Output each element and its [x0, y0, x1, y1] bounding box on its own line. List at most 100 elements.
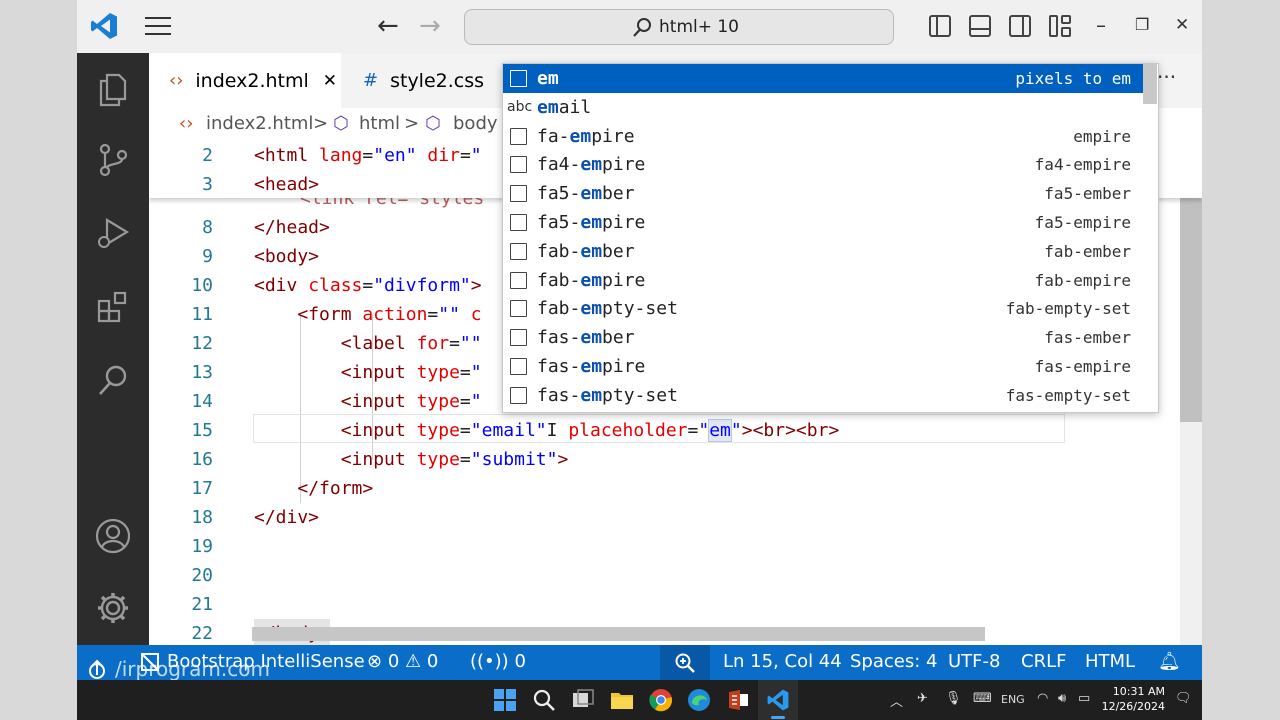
suggestion-detail: empire	[1073, 126, 1131, 146]
suggestion-item[interactable]: fa5-empire fa5-empire	[503, 208, 1143, 237]
clock[interactable]: 10:31 AM 12/26/2024	[1093, 684, 1165, 714]
zoom-indicator[interactable]	[660, 645, 710, 680]
suggestion-item[interactable]: fas-empire fas-empire	[503, 352, 1143, 381]
explorer-icon[interactable]	[95, 71, 131, 107]
code-line[interactable]: 20	[149, 561, 1202, 590]
windows-start-icon[interactable]	[493, 688, 517, 712]
element-cube-icon: ⬡	[425, 113, 441, 134]
suggest-scrollbar[interactable]	[1143, 64, 1157, 104]
suggestion-label: fas-ember	[537, 327, 635, 349]
tab-index2-html[interactable]: ‹› index2.html ✕	[149, 53, 341, 108]
battery-icon[interactable]: ▭	[1078, 691, 1090, 706]
warning-count: 0	[426, 651, 439, 672]
code-line[interactable]: 16 <input type="submit">	[149, 445, 1202, 474]
language-mode[interactable]: HTML	[1085, 651, 1135, 672]
vscode-taskbar-active[interactable]	[758, 680, 798, 720]
suggestion-label: fa-empire	[537, 125, 635, 147]
suggestion-item[interactable]: abc email	[503, 93, 1143, 122]
keyboard-icon[interactable]: ⌨︎	[973, 691, 992, 706]
tray-app-icon[interactable]: ✈︎	[917, 691, 928, 706]
line-number: 3	[202, 174, 213, 195]
windows-taskbar: ︿ ✈︎ 🎙︎ ⌨︎ ENG ◠ 🔊︎ ▭ 10:31 AM 12/26/202…	[77, 680, 1202, 720]
title-bar: ← → html+ 10 – ❐ ✕	[77, 0, 1202, 53]
notifications-bell-icon[interactable]: 🔔︎	[1158, 651, 1181, 672]
suggestion-label: fas-empty-set	[537, 384, 678, 406]
task-view-icon[interactable]	[571, 688, 595, 712]
tab-label: index2.html	[195, 69, 309, 92]
tab-style2-css[interactable]: # style2.css	[341, 53, 521, 108]
back-arrow-icon[interactable]: ←	[377, 13, 399, 39]
suggestion-label: fa5-ember	[537, 183, 635, 205]
suggestion-item[interactable]: fab-empty-set fab-empty-set	[503, 294, 1143, 323]
suggestion-label: fab-ember	[537, 240, 635, 262]
suggestion-item[interactable]: fas-ember fas-ember	[503, 323, 1143, 352]
html-angle-icon: ‹›	[179, 113, 194, 134]
close-tab-icon[interactable]: ✕	[323, 71, 337, 91]
code-line[interactable]: 21	[149, 590, 1202, 619]
error-count: 0	[387, 651, 400, 672]
code-line[interactable]: 17 </form>	[149, 474, 1202, 503]
file-explorer-icon[interactable]	[610, 688, 634, 712]
encoding-status[interactable]: UTF-8	[948, 651, 1000, 672]
snippet-kind-icon	[510, 242, 527, 260]
breadcrumb-file[interactable]: index2.html	[206, 113, 313, 134]
run-debug-icon[interactable]	[95, 215, 131, 251]
command-center-search[interactable]: html+ 10	[464, 9, 894, 45]
toggle-secondary-sidebar-icon[interactable]	[1009, 15, 1031, 37]
input-language[interactable]: ENG	[1001, 693, 1025, 706]
snippet-kind-icon	[510, 329, 527, 347]
problems-status[interactable]: ⊗ 0 ⚠ 0	[367, 651, 438, 672]
cursor-position[interactable]: Ln 15, Col 44	[723, 651, 842, 672]
code-line[interactable]: 18 </div>	[149, 503, 1202, 532]
error-icon: ⊗	[367, 651, 383, 672]
edge-icon[interactable]	[687, 688, 711, 712]
account-icon[interactable]	[95, 518, 131, 554]
minimize-button[interactable]: –	[1096, 14, 1106, 36]
search-icon[interactable]	[95, 362, 131, 398]
ports-status[interactable]: ((•)) 0	[470, 651, 526, 672]
manage-gear-icon[interactable]	[95, 590, 131, 626]
code-text: <html lang="en" dir="	[254, 145, 482, 166]
menu-icon[interactable]	[145, 17, 171, 35]
suggestion-item[interactable]: fab-empire fab-empire	[503, 266, 1143, 295]
suggestion-item[interactable]: fab-ember fab-ember	[503, 237, 1143, 266]
code-text: <form action="" c	[297, 304, 482, 325]
horizontal-scrollbar[interactable]	[252, 627, 985, 641]
restore-button[interactable]: ❐	[1135, 14, 1149, 36]
toggle-panel-icon[interactable]	[969, 15, 991, 37]
suggestion-detail: fa5-empire	[1034, 213, 1131, 232]
code-text: <input type="email"I placeholder="em"><b…	[340, 419, 840, 442]
close-button[interactable]: ✕	[1175, 14, 1189, 36]
suggestion-item[interactable]: em pixels to em	[503, 64, 1143, 93]
breadcrumb-body[interactable]: body	[453, 113, 498, 134]
snippet-kind-icon	[510, 156, 527, 174]
notification-center-icon[interactable]: 🗨︎	[1175, 691, 1192, 706]
code-line[interactable]: 19	[149, 532, 1202, 561]
extensions-icon[interactable]	[95, 289, 131, 325]
more-actions-icon[interactable]: ···	[1157, 65, 1176, 89]
suggestion-detail: fa5-ember	[1044, 184, 1131, 204]
source-control-icon[interactable]	[95, 142, 131, 178]
snippet-kind-icon	[510, 127, 527, 145]
eol-status[interactable]: CRLF	[1021, 651, 1066, 672]
wifi-icon[interactable]: ◠	[1037, 691, 1048, 706]
suggestion-item[interactable]: fa5-ember fa5-ember	[503, 179, 1143, 208]
microphone-icon[interactable]: 🎙︎	[945, 691, 962, 706]
office-app-icon[interactable]	[726, 688, 750, 712]
forward-arrow-icon[interactable]: →	[419, 13, 441, 39]
vscode-logo-icon[interactable]	[89, 11, 119, 41]
chrome-icon[interactable]	[649, 688, 673, 712]
customize-layout-icon[interactable]	[1049, 15, 1071, 37]
suggestion-item[interactable]: fa-empire empire	[503, 122, 1143, 151]
suggestion-item[interactable]: fa4-empire fa4-empire	[503, 150, 1143, 179]
line-number: 20	[191, 565, 213, 586]
volume-icon[interactable]: 🔊︎	[1058, 691, 1066, 706]
breadcrumb-html[interactable]: html	[359, 113, 400, 134]
taskbar-search-icon[interactable]	[532, 688, 556, 712]
toggle-primary-sidebar-icon[interactable]	[929, 15, 951, 37]
snippet-kind-icon	[510, 185, 527, 203]
code-line[interactable]: 15 <input type="email"I placeholder="em"…	[149, 416, 1202, 445]
indentation-status[interactable]: Spaces: 4	[850, 651, 937, 672]
tray-overflow-icon[interactable]: ︿	[890, 691, 903, 710]
suggestion-item[interactable]: fas-empty-set fas-empty-set	[503, 381, 1143, 410]
